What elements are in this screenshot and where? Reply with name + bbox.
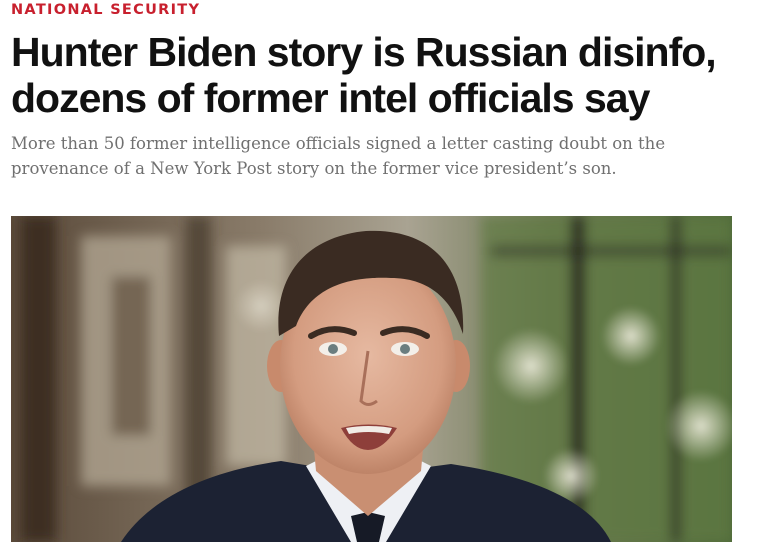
headline-line-2: dozens of former intel officials say <box>11 75 650 121</box>
section-kicker[interactable]: NATIONAL SECURITY <box>11 1 200 19</box>
dek-line-2: provenance of a New York Post story on t… <box>11 159 617 178</box>
lead-photo-illustration <box>11 216 732 542</box>
article-dek: More than 50 former intelligence officia… <box>11 131 751 181</box>
headline-line-1: Hunter Biden story is Russian disinfo, <box>11 29 717 75</box>
article-page: NATIONAL SECURITY Hunter Biden story is … <box>0 0 758 542</box>
headline[interactable]: Hunter Biden story is Russian disinfo, d… <box>11 29 751 121</box>
dek-line-1: More than 50 former intelligence officia… <box>11 134 666 153</box>
lead-photo[interactable] <box>11 216 732 542</box>
